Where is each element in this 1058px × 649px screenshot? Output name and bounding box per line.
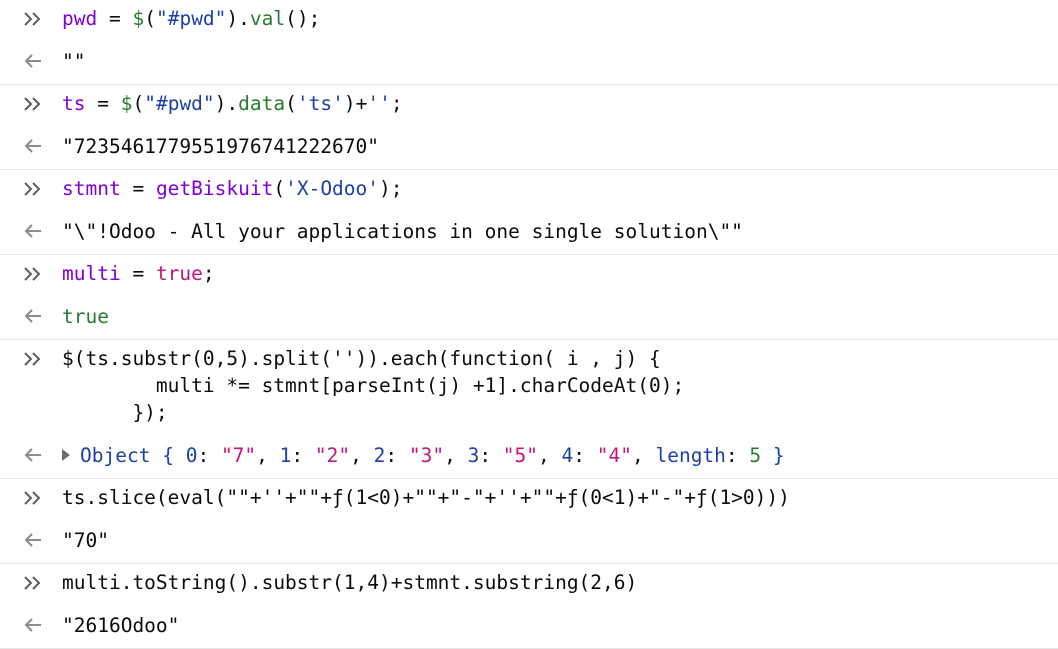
console-input-line[interactable]: pwd = $("#pwd").val(); [0,0,1058,42]
output-value: "" [62,50,86,73]
input-chevron-icon [22,572,46,596]
console-input-line[interactable]: multi.toString().substr(1,4)+stmnt.subst… [0,564,1058,606]
console-output-line: "70" [0,521,1058,563]
input-code: multi = true; [62,262,215,285]
console-input-line[interactable]: multi = true; [0,255,1058,297]
console-input-line[interactable]: $(ts.substr(0,5).split('')).each(functio… [0,340,1058,436]
input-code: ts = $("#pwd").data('ts')+''; [62,92,403,115]
input-code-line: $(ts.substr(0,5).split('')).each(functio… [62,347,661,370]
object-preview[interactable]: Object { 0: "7", 1: "2", 2: "3", 3: "5",… [62,442,785,469]
output-arrow-icon [22,529,46,553]
input-code-line: multi *= stmnt[parseInt(j) +1].charCodeA… [62,374,685,397]
web-console-output: pwd = $("#pwd").val(); "" ts = $("#pwd")… [0,0,1058,649]
console-entry: stmnt = getBiskuit('X-Odoo'); "\"!Odoo -… [0,170,1058,255]
input-code: pwd = $("#pwd").val(); [62,7,321,30]
console-output-line: "" [0,42,1058,84]
console-entry: multi.toString().substr(1,4)+stmnt.subst… [0,564,1058,649]
console-output-line: true [0,297,1058,339]
console-input-line[interactable]: ts = $("#pwd").data('ts')+''; [0,85,1058,127]
output-value: "7235461779551976741222670" [62,135,379,158]
input-code-multiline: $(ts.substr(0,5).split('')).each(functio… [62,345,684,426]
input-chevron-icon [22,348,46,372]
console-output-line: "2616Odoo" [0,606,1058,648]
output-value: "\"!Odoo - All your applications in one … [62,220,743,243]
input-chevron-icon [22,93,46,117]
expand-triangle-icon[interactable] [62,449,70,461]
console-output-line: "7235461779551976741222670" [0,127,1058,169]
console-entry: $(ts.substr(0,5).split('')).each(functio… [0,340,1058,479]
input-chevron-icon [22,263,46,287]
console-output-line: Object { 0: "7", 1: "2", 2: "3", 3: "5",… [0,436,1058,478]
output-arrow-icon [22,220,46,244]
object-label: Object [80,444,151,467]
output-arrow-icon [22,614,46,638]
input-code: stmnt = getBiskuit('X-Odoo'); [62,177,403,200]
console-entry: pwd = $("#pwd").val(); "" [0,0,1058,85]
console-entry: ts = $("#pwd").data('ts')+''; "723546177… [0,85,1058,170]
input-chevron-icon [22,487,46,511]
output-arrow-icon [22,305,46,329]
input-chevron-icon [22,8,46,32]
console-output-line: "\"!Odoo - All your applications in one … [0,212,1058,254]
input-chevron-icon [22,178,46,202]
output-value: true [62,305,109,328]
console-input-line[interactable]: stmnt = getBiskuit('X-Odoo'); [0,170,1058,212]
input-code: ts.slice(eval(""+''+""+ƒ(1<0)+""+"-"+''+… [62,486,790,509]
console-entry: ts.slice(eval(""+''+""+ƒ(1<0)+""+"-"+''+… [0,479,1058,564]
output-value: "70" [62,529,109,552]
output-value: "2616Odoo" [62,614,180,637]
console-input-line[interactable]: ts.slice(eval(""+''+""+ƒ(1<0)+""+"-"+''+… [0,479,1058,521]
output-arrow-icon [22,135,46,159]
input-code: multi.toString().substr(1,4)+stmnt.subst… [62,571,638,594]
input-code-line: }); [62,401,168,424]
output-arrow-icon [22,444,46,468]
console-entry: multi = true; true [0,255,1058,340]
output-arrow-icon [22,50,46,74]
